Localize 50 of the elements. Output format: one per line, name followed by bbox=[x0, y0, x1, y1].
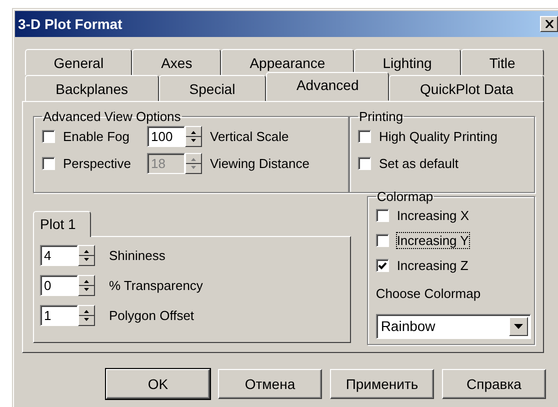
field-label: Choose Colormap bbox=[376, 286, 482, 302]
checkbox-label: Set as default bbox=[379, 156, 458, 172]
spin-buttons[interactable] bbox=[78, 305, 95, 326]
dialog-button[interactable]: Отмена bbox=[218, 369, 322, 399]
tab[interactable]: Advanced bbox=[266, 72, 390, 101]
checkbox-label: High Quality Printing bbox=[379, 128, 498, 144]
checkbox[interactable] bbox=[376, 234, 389, 247]
field-label: Polygon Offset bbox=[109, 308, 194, 324]
dialog-button[interactable]: Справка bbox=[442, 369, 546, 399]
checkbox-label: Perspective bbox=[63, 156, 132, 172]
group-title: Colormap bbox=[376, 190, 434, 203]
spin-buttons[interactable] bbox=[78, 275, 95, 296]
tab[interactable]: Special bbox=[158, 75, 266, 101]
colormap-dropdown[interactable]: Rainbow bbox=[376, 314, 531, 339]
checkbox[interactable] bbox=[358, 130, 371, 143]
tab[interactable]: Title bbox=[460, 49, 544, 75]
tab[interactable]: Axes bbox=[132, 49, 221, 75]
tab[interactable]: Plot 1 bbox=[33, 211, 91, 237]
checkbox[interactable] bbox=[376, 259, 389, 272]
checkbox-label: Increasing X bbox=[396, 208, 470, 224]
spin-buttons[interactable] bbox=[185, 153, 202, 174]
close-button[interactable] bbox=[540, 16, 558, 32]
tab[interactable]: General bbox=[25, 49, 132, 75]
number-field[interactable]: 4 bbox=[40, 245, 78, 266]
window-title: 3-D Plot Format bbox=[18, 16, 122, 32]
number-field[interactable]: 0 bbox=[40, 275, 78, 296]
field-label: Shininess bbox=[109, 248, 166, 264]
tab[interactable]: Backplanes bbox=[25, 75, 159, 101]
field-label: Vertical Scale bbox=[210, 128, 289, 144]
spin-buttons[interactable] bbox=[78, 245, 95, 266]
checkbox-label: Increasing Y bbox=[396, 232, 469, 248]
number-field[interactable]: 100 bbox=[147, 126, 185, 147]
checkbox-label: Enable Fog bbox=[63, 128, 130, 144]
number-field[interactable]: 1 bbox=[40, 305, 78, 326]
checkbox[interactable] bbox=[42, 130, 55, 143]
field-label: Viewing Distance bbox=[210, 156, 310, 172]
tab[interactable]: Lighting bbox=[354, 49, 461, 75]
checkbox[interactable] bbox=[376, 209, 389, 222]
checkbox[interactable] bbox=[358, 157, 371, 170]
group-title: Printing bbox=[358, 110, 404, 123]
spin-buttons[interactable] bbox=[185, 126, 202, 147]
dialog-button[interactable]: Применить bbox=[330, 369, 434, 399]
tab[interactable]: QuickPlot Data bbox=[389, 75, 544, 101]
group-title: Advanced View Options bbox=[42, 110, 182, 123]
checkbox[interactable] bbox=[42, 157, 55, 170]
dialog-button[interactable]: OK bbox=[106, 369, 210, 399]
close-icon bbox=[544, 20, 554, 28]
field-label: % Transparency bbox=[109, 278, 203, 294]
tab[interactable]: Appearance bbox=[220, 49, 354, 75]
checkbox-label: Increasing Z bbox=[396, 258, 468, 274]
